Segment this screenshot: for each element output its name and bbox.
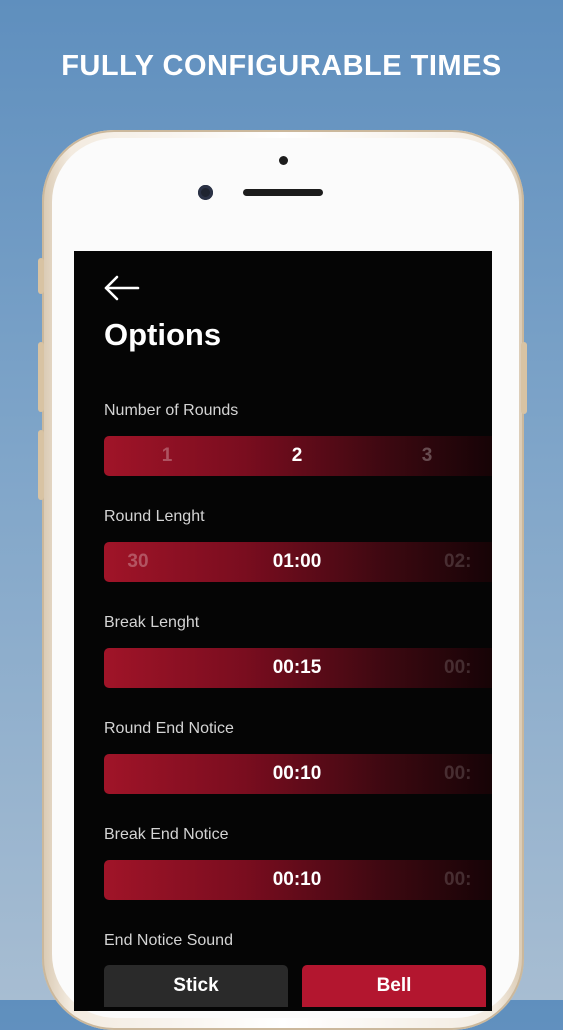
break-end-notice-label: Break End Notice bbox=[104, 826, 229, 843]
page-title: Options bbox=[104, 317, 222, 352]
rounds-label: Number of Rounds bbox=[104, 402, 239, 419]
volume-button-top bbox=[38, 258, 44, 294]
rounds-option-selected[interactable]: 2 bbox=[272, 436, 322, 476]
break-end-notice-option-next[interactable]: 00: bbox=[444, 860, 492, 900]
arrow-left-icon[interactable] bbox=[104, 275, 140, 301]
round-end-notice-option-next[interactable]: 00: bbox=[444, 754, 492, 794]
rounds-option-prev[interactable]: 1 bbox=[142, 436, 192, 476]
break-length-option-selected[interactable]: 00:15 bbox=[257, 648, 337, 688]
break-length-picker[interactable]: 00:15 00: bbox=[104, 648, 492, 688]
earpiece-speaker bbox=[243, 189, 323, 196]
round-length-label: Round Lenght bbox=[104, 508, 205, 525]
front-camera bbox=[198, 185, 213, 200]
round-length-option-next[interactable]: 02: bbox=[444, 542, 492, 582]
headline: FULLY CONFIGURABLE TIMES bbox=[61, 50, 502, 82]
round-length-option-selected[interactable]: 01:00 bbox=[257, 542, 337, 582]
proximity-sensor bbox=[279, 156, 288, 165]
power-button bbox=[521, 342, 527, 414]
round-length-picker[interactable]: 30 01:00 02: bbox=[104, 542, 492, 582]
break-length-option-next[interactable]: 00: bbox=[444, 648, 492, 688]
round-length-option-prev[interactable]: 30 bbox=[118, 542, 158, 582]
round-end-notice-option-selected[interactable]: 00:10 bbox=[257, 754, 337, 794]
volume-button-up bbox=[38, 342, 44, 412]
rounds-picker[interactable]: 1 2 3 bbox=[104, 436, 492, 476]
break-end-notice-option-selected[interactable]: 00:10 bbox=[257, 860, 337, 900]
app-screen: Options Number of Rounds 1 2 3 Round Len… bbox=[74, 251, 492, 1011]
end-notice-sound-label: End Notice Sound bbox=[104, 932, 233, 949]
break-length-label: Break Lenght bbox=[104, 614, 200, 631]
sound-option-stick-button[interactable]: Stick bbox=[104, 965, 288, 1007]
break-end-notice-picker[interactable]: 00:10 00: bbox=[104, 860, 492, 900]
round-end-notice-picker[interactable]: 00:10 00: bbox=[104, 754, 492, 794]
round-end-notice-label: Round End Notice bbox=[104, 720, 234, 737]
sound-option-bell-button[interactable]: Bell bbox=[302, 965, 486, 1007]
rounds-option-next[interactable]: 3 bbox=[402, 436, 452, 476]
volume-button-down bbox=[38, 430, 44, 500]
